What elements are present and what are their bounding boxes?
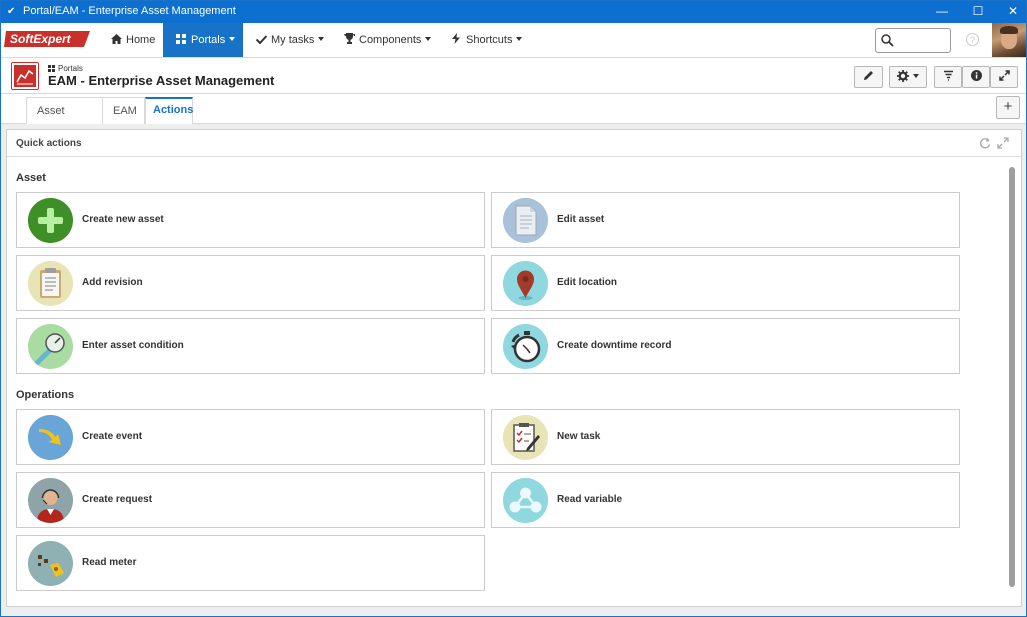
chevron-down-icon xyxy=(318,37,325,41)
action-enter-asset-condition[interactable]: Enter asset condition xyxy=(16,318,485,374)
logo-text: SoftExpert xyxy=(10,32,72,46)
minimize-button[interactable]: — xyxy=(925,1,959,23)
chevron-down-icon xyxy=(913,74,919,78)
action-read-meter[interactable]: Read meter xyxy=(16,535,485,591)
panel-header: Quick actions xyxy=(7,130,1021,157)
action-add-revision[interactable]: Add revision xyxy=(16,255,485,311)
bolt-icon xyxy=(449,23,463,57)
nav-my-tasks[interactable]: My tasks xyxy=(254,23,326,57)
support-agent-icon xyxy=(28,478,73,523)
pencil-icon xyxy=(864,71,873,80)
action-create-event[interactable]: Create event xyxy=(16,409,485,465)
nav-home-label: Home xyxy=(126,34,156,46)
arrow-icon xyxy=(28,415,73,460)
nav-home[interactable]: Home xyxy=(104,23,160,57)
check-icon xyxy=(254,23,268,57)
action-label: Read variable xyxy=(557,494,623,505)
section-title-operations: Operations xyxy=(16,389,75,401)
meter-icon xyxy=(28,541,73,586)
gauge-icon xyxy=(28,324,73,369)
user-avatar[interactable] xyxy=(992,23,1026,57)
app-window: ✔ Portal/EAM - Enterprise Asset Manageme… xyxy=(0,0,1027,617)
panel-title: Quick actions xyxy=(16,138,82,149)
info-button[interactable] xyxy=(962,66,990,88)
search-input[interactable] xyxy=(875,28,951,53)
grid-icon xyxy=(174,23,188,57)
app-icon: ✔ xyxy=(7,6,16,17)
action-label: Enter asset condition xyxy=(82,340,184,351)
clipboard-icon xyxy=(28,261,73,306)
edit-button[interactable] xyxy=(854,66,883,88)
action-label: Create new asset xyxy=(82,214,164,225)
action-label: Create downtime record xyxy=(557,340,672,351)
nav-portals[interactable]: Portals xyxy=(163,23,243,57)
filter-icon xyxy=(943,70,953,81)
document-icon xyxy=(503,198,548,243)
action-new-task[interactable]: New task xyxy=(491,409,960,465)
nav-shortcuts[interactable]: Shortcuts xyxy=(449,23,529,57)
info-icon xyxy=(970,70,982,81)
portal-header: Portals EAM - Enterprise Asset Managemen… xyxy=(1,58,1026,94)
chevron-down-icon xyxy=(516,37,523,41)
maximize-panel-icon[interactable] xyxy=(997,137,1009,152)
search-icon xyxy=(881,34,894,47)
nav-components-label: Components xyxy=(359,34,422,46)
filter-button[interactable] xyxy=(934,66,962,88)
action-label: Edit location xyxy=(557,277,617,288)
add-tab-button[interactable]: + xyxy=(996,96,1020,119)
action-label: Add revision xyxy=(82,277,143,288)
action-create-new-asset[interactable]: Create new asset xyxy=(16,192,485,248)
section-title-asset: Asset xyxy=(16,172,46,184)
grid-icon xyxy=(48,65,55,72)
softexpert-logo[interactable]: SoftExpert xyxy=(4,30,92,48)
nav-components[interactable]: Components xyxy=(342,23,434,57)
trophy-icon xyxy=(342,23,356,57)
help-icon[interactable]: ? xyxy=(966,33,979,46)
quick-actions-panel: Quick actions Asset Create new asset Edi… xyxy=(6,129,1022,607)
title-bar: ✔ Portal/EAM - Enterprise Asset Manageme… xyxy=(1,1,1026,23)
window-title: Portal/EAM - Enterprise Asset Management xyxy=(23,5,236,17)
panel-scrollbar[interactable] xyxy=(1009,167,1015,587)
breadcrumb-label: Portals xyxy=(58,64,83,73)
tab-eam[interactable]: EAM xyxy=(102,97,145,124)
action-label: Create request xyxy=(82,494,153,505)
tab-bar: Asset History EAM Actions + xyxy=(1,94,1026,143)
action-edit-asset[interactable]: Edit asset xyxy=(491,192,960,248)
stopwatch-icon xyxy=(503,324,548,369)
share-nodes-icon xyxy=(503,478,548,523)
action-create-request[interactable]: Create request xyxy=(16,472,485,528)
action-read-variable[interactable]: Read variable xyxy=(491,472,960,528)
location-pin-icon xyxy=(503,261,548,306)
expand-button[interactable] xyxy=(990,66,1018,88)
nav-shortcuts-label: Shortcuts xyxy=(466,34,513,46)
maximize-button[interactable]: ☐ xyxy=(961,1,995,23)
close-button[interactable]: ✕ xyxy=(996,1,1026,23)
action-create-downtime-record[interactable]: Create downtime record xyxy=(491,318,960,374)
expand-icon xyxy=(998,70,1010,81)
action-label: New task xyxy=(557,431,601,442)
gear-icon xyxy=(897,70,909,82)
chevron-down-icon xyxy=(425,37,432,41)
breadcrumb[interactable]: Portals xyxy=(48,64,83,73)
settings-button[interactable] xyxy=(889,66,927,88)
plus-icon xyxy=(28,198,73,243)
action-label: Edit asset xyxy=(557,214,605,225)
portal-chart-icon xyxy=(11,62,39,90)
main-navbar: SoftExpert Home Portals My tasks Compone… xyxy=(1,23,1026,58)
action-label: Read meter xyxy=(82,557,137,568)
tab-asset-history[interactable]: Asset History xyxy=(26,97,103,143)
action-edit-location[interactable]: Edit location xyxy=(491,255,960,311)
chevron-down-icon xyxy=(229,37,236,41)
refresh-icon[interactable] xyxy=(979,137,991,152)
nav-portals-label: Portals xyxy=(191,34,226,46)
nav-my-tasks-label: My tasks xyxy=(271,34,315,46)
tab-actions[interactable]: Actions xyxy=(145,97,193,124)
task-list-icon xyxy=(503,415,548,460)
action-label: Create event xyxy=(82,431,143,442)
page-title: EAM - Enterprise Asset Management xyxy=(48,73,275,88)
home-icon xyxy=(109,23,123,57)
